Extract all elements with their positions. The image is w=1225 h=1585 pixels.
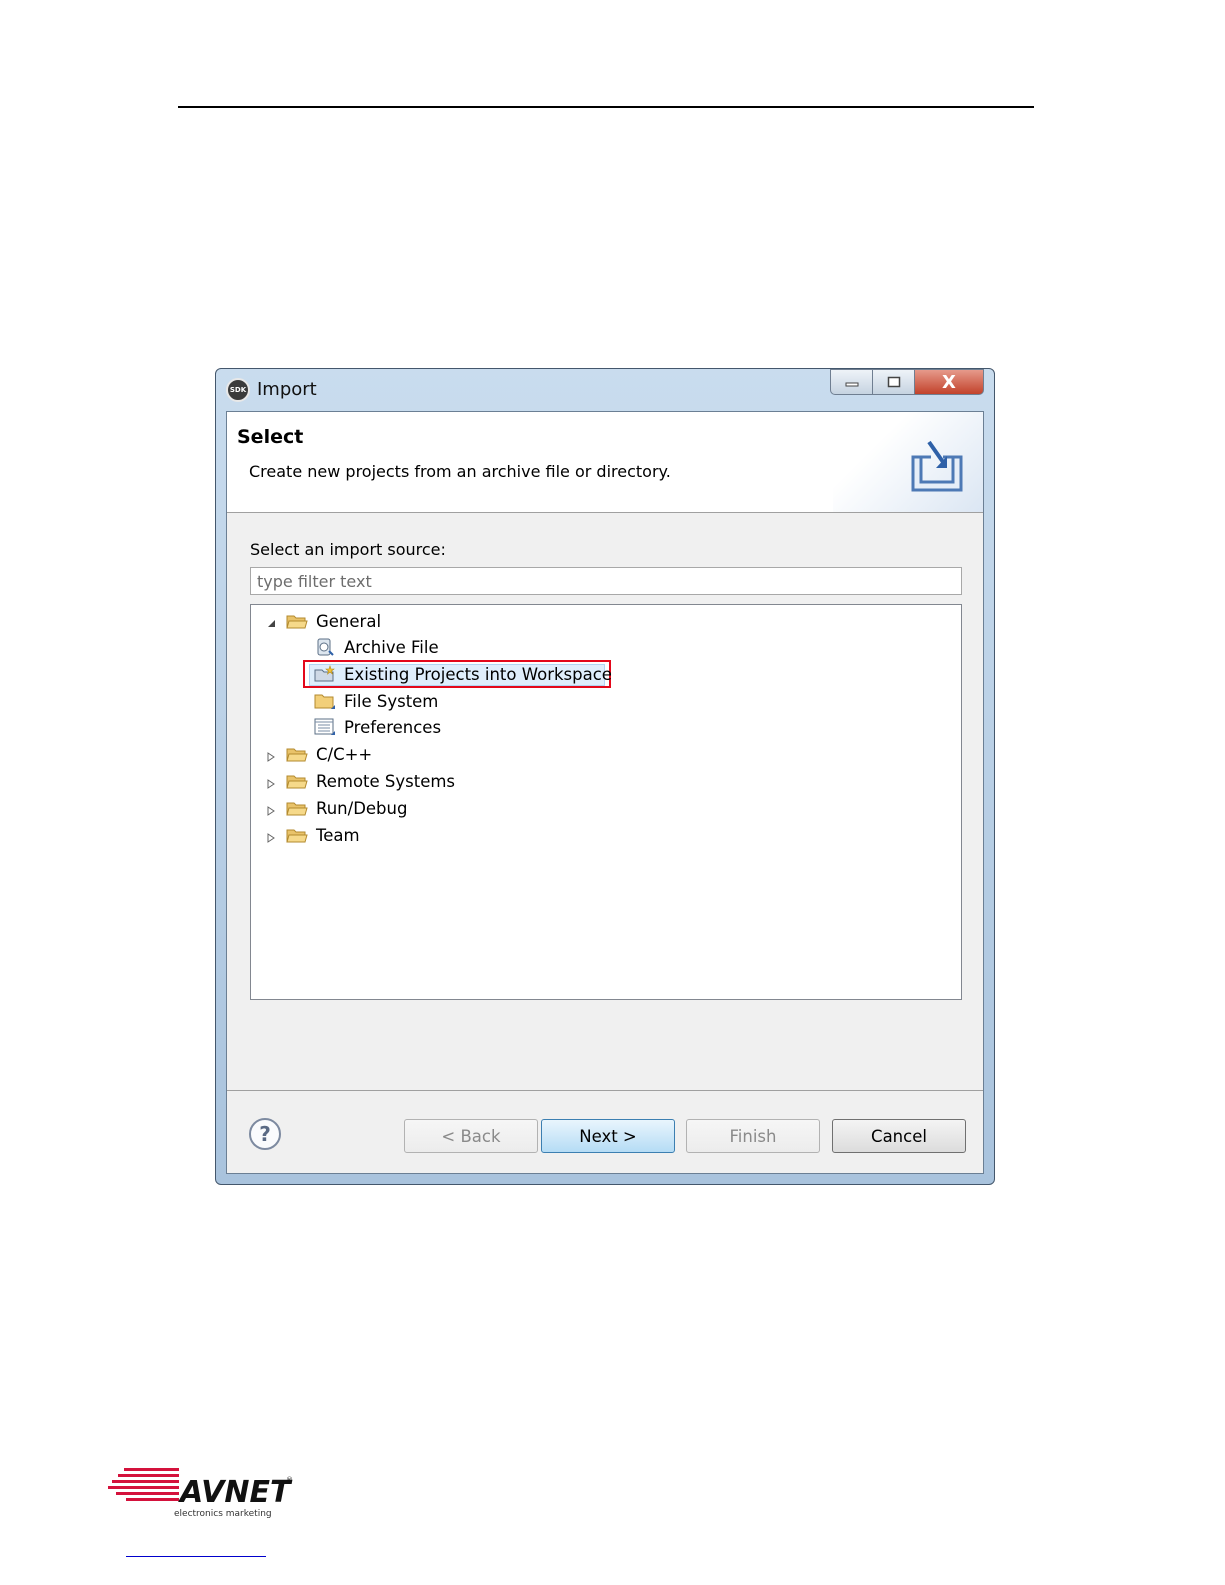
project-icon bbox=[314, 665, 335, 682]
expand-toggle-run-debug[interactable] bbox=[266, 806, 276, 816]
import-dialog: SDK Import X Select Create new projects … bbox=[215, 368, 995, 1185]
footer-link-underline bbox=[126, 1556, 266, 1557]
chevron-right-icon bbox=[267, 752, 275, 762]
tree-item-label: Existing Projects into Workspace bbox=[344, 664, 612, 684]
tree-item-label: Archive File bbox=[344, 637, 439, 657]
tree-item-cpp[interactable]: C/C++ bbox=[286, 742, 372, 766]
close-icon: X bbox=[942, 371, 956, 393]
tree-item-label: Team bbox=[316, 825, 360, 845]
next-button[interactable]: Next > bbox=[541, 1119, 675, 1153]
logo-wordmark: AVNET bbox=[178, 1475, 293, 1510]
filter-input[interactable] bbox=[250, 567, 962, 595]
chevron-right-icon bbox=[267, 779, 275, 789]
tree-item-team[interactable]: Team bbox=[286, 823, 360, 847]
tree-item-label: Preferences bbox=[344, 717, 442, 737]
folder-open-icon bbox=[286, 829, 308, 843]
minimize-button[interactable] bbox=[830, 369, 872, 395]
folder-open-icon bbox=[286, 748, 308, 762]
folder-open-icon bbox=[286, 802, 308, 816]
title-bar[interactable]: SDK Import X bbox=[216, 369, 994, 411]
tree-item-label: General bbox=[316, 611, 382, 631]
tree-item-file-system[interactable]: File System bbox=[314, 689, 438, 713]
svg-text:®: ® bbox=[286, 1476, 293, 1484]
window-controls: X bbox=[830, 369, 984, 397]
banner-description: Create new projects from an archive file… bbox=[249, 462, 671, 481]
import-wizard-icon bbox=[911, 440, 963, 492]
help-icon: ? bbox=[259, 1122, 271, 1146]
minimize-icon bbox=[845, 382, 858, 387]
expand-toggle-remote-systems[interactable] bbox=[266, 779, 276, 789]
tree-item-archive-file[interactable]: Archive File bbox=[314, 635, 439, 659]
folder-open-icon bbox=[286, 615, 308, 629]
chevron-down-icon bbox=[268, 620, 275, 627]
close-button[interactable]: X bbox=[914, 369, 984, 395]
expand-toggle-team[interactable] bbox=[266, 833, 276, 843]
tree-item-label: File System bbox=[344, 691, 439, 711]
import-source-tree[interactable]: General Archive File Existing Projects i… bbox=[250, 604, 962, 1000]
folder-icon bbox=[314, 694, 335, 709]
banner-graphic bbox=[833, 412, 983, 512]
import-source-label: Select an import source: bbox=[250, 540, 446, 559]
tree-item-general[interactable]: General bbox=[286, 609, 381, 633]
window-title: Import bbox=[257, 379, 317, 400]
tree-item-label: Run/Debug bbox=[316, 798, 408, 818]
back-button[interactable]: < Back bbox=[404, 1119, 538, 1153]
tree-item-label: C/C++ bbox=[316, 744, 373, 764]
expand-toggle-general[interactable] bbox=[266, 618, 276, 628]
finish-button[interactable]: Finish bbox=[686, 1119, 820, 1153]
avnet-logo: AVNET ® electronics marketing bbox=[106, 1450, 296, 1520]
maximize-button[interactable] bbox=[872, 369, 914, 395]
tree-item-label: Remote Systems bbox=[316, 771, 456, 791]
tree-item-existing-projects[interactable]: Existing Projects into Workspace bbox=[314, 662, 612, 686]
page-header-rule bbox=[178, 106, 1034, 108]
expand-toggle-cpp[interactable] bbox=[266, 752, 276, 762]
chevron-right-icon bbox=[267, 806, 275, 816]
banner-title: Select bbox=[237, 426, 304, 448]
sdk-app-icon: SDK bbox=[226, 378, 250, 402]
preferences-icon bbox=[314, 718, 335, 735]
tree-item-run-debug[interactable]: Run/Debug bbox=[286, 796, 407, 820]
wizard-banner: Select Create new projects from an archi… bbox=[227, 412, 983, 513]
archive-icon bbox=[317, 638, 334, 656]
logo-tagline: electronics marketing bbox=[174, 1509, 272, 1519]
chevron-right-icon bbox=[267, 833, 275, 843]
maximize-icon bbox=[887, 376, 900, 388]
dialog-client-area: Select Create new projects from an archi… bbox=[226, 411, 984, 1174]
cancel-button[interactable]: Cancel bbox=[832, 1119, 966, 1153]
tree-item-remote-systems[interactable]: Remote Systems bbox=[286, 769, 455, 793]
tree-item-preferences[interactable]: Preferences bbox=[314, 715, 441, 739]
folder-open-icon bbox=[286, 775, 308, 789]
help-button[interactable]: ? bbox=[249, 1118, 281, 1150]
button-bar-separator bbox=[227, 1090, 983, 1091]
